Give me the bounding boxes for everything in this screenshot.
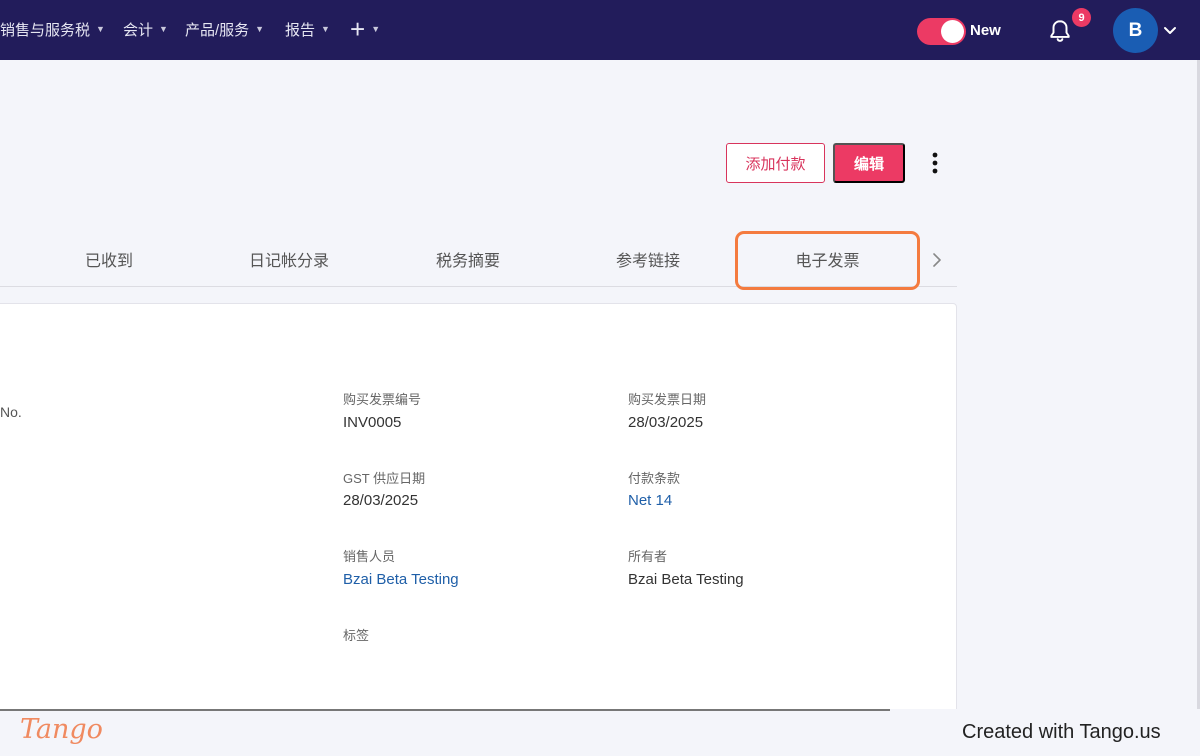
payment-terms-label: 付款条款 [628,471,681,486]
plus-icon: + [350,14,366,44]
notification-badge: 9 [1072,8,1091,27]
edit-button[interactable]: 编辑 [833,143,905,183]
purchase-invoice-date-value: 28/03/2025 [628,414,704,431]
add-payment-button[interactable]: 添加付款 [726,143,825,183]
chevron-right-icon[interactable] [930,251,944,269]
gst-supply-date-label: GST 供应日期 [343,471,426,486]
more-options-icon[interactable] [926,150,944,176]
tango-logo: Tango [20,714,103,745]
top-navbar [0,0,1200,60]
created-with-text: Created with Tango.us [962,721,1161,743]
nav-item-label: 报告 [285,21,316,39]
nav-item-products-services[interactable]: 产品/服务 ▼ [185,18,264,40]
new-ui-toggle[interactable] [917,18,966,45]
footer-divider [0,709,890,711]
chevron-down-icon[interactable] [1162,22,1178,38]
nav-item-sst[interactable]: 销售与服务税 ▼ [0,18,105,40]
gst-supply-date-value: 28/03/2025 [343,492,419,509]
tab-journal-entries[interactable]: 日记帐分录 [229,248,349,270]
toggle-label: New [970,22,1001,39]
caret-down-icon: ▼ [96,24,105,34]
avatar[interactable]: B [1113,8,1158,53]
salesperson-label: 销售人员 [343,549,396,564]
nav-item-reports[interactable]: 报告 ▼ [285,18,330,40]
nav-item-create[interactable]: + ▼ [350,14,381,44]
toggle-knob [941,20,964,43]
nav-item-label: 销售与服务税 [0,21,91,39]
owner-label: 所有者 [628,549,668,564]
purchase-invoice-no-label: 购买发票编号 [343,392,422,407]
owner-value: Bzai Beta Testing [628,571,744,588]
tab-highlight-box [735,231,920,290]
tab-received[interactable]: 已收到 [60,248,158,270]
tab-label: 参考链接 [615,253,680,270]
tab-label: 已收到 [84,253,133,270]
field-label-cut: No. [0,404,22,420]
caret-down-icon: ▼ [371,24,381,34]
nav-item-label: 产品/服务 [185,21,250,39]
tab-reference-links[interactable]: 参考链接 [598,248,698,270]
nav-item-accounting[interactable]: 会计 ▼ [123,18,168,40]
tags-label: 标签 [343,628,370,643]
caret-down-icon: ▼ [321,24,330,34]
tab-label: 税务摘要 [435,253,500,270]
caret-down-icon: ▼ [159,24,168,34]
tab-tax-summary[interactable]: 税务摘要 [418,248,518,270]
tab-label: 日记帐分录 [248,253,329,270]
bell-icon[interactable] [1047,18,1073,44]
purchase-invoice-no-value: INV0005 [343,414,402,431]
payment-terms-link[interactable]: Net 14 [628,492,672,509]
salesperson-link[interactable]: Bzai Beta Testing [343,571,459,588]
caret-down-icon: ▼ [255,24,265,34]
purchase-invoice-date-label: 购买发票日期 [628,392,707,407]
nav-item-label: 会计 [123,21,154,39]
invoice-details-card [0,303,957,723]
